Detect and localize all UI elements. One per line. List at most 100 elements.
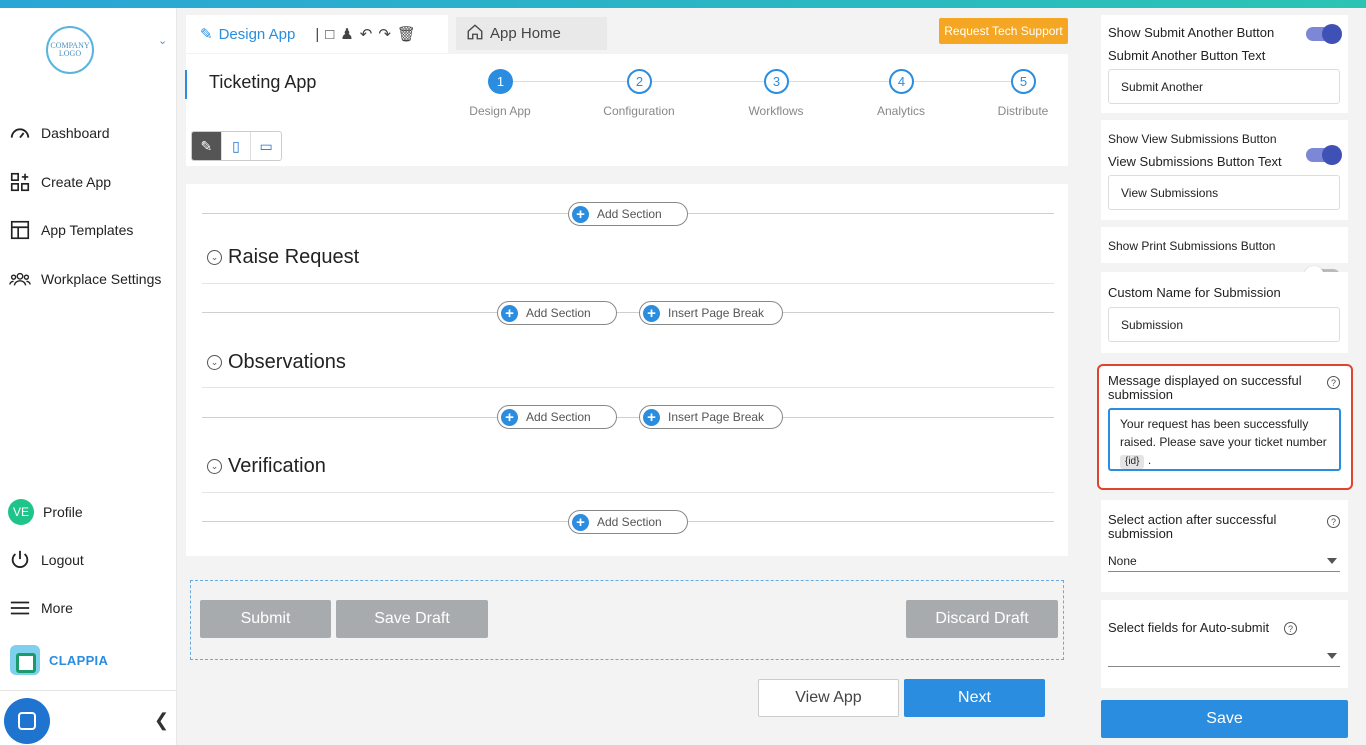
collapse-sidebar-icon[interactable]: ❮ [154,710,169,731]
view-app-button[interactable]: View App [758,679,899,717]
section-header[interactable]: ⌄ Verification [207,455,326,478]
sidebar-item-create-app[interactable]: Create App [8,169,173,195]
discard-draft-button[interactable]: Discard Draft [906,600,1058,638]
add-section-button[interactable]: + Add Section [568,510,688,534]
section-header[interactable]: ⌄ Raise Request [207,246,359,269]
page-title: Ticketing App [209,72,317,92]
after-submission-select[interactable]: None [1108,550,1340,572]
add-section-button[interactable]: + Add Section [497,301,617,325]
insert-page-break-button[interactable]: + Insert Page Break [639,405,783,429]
copy-icon[interactable]: □ [325,26,334,43]
edit-view-icon[interactable]: ✎ [192,132,222,160]
divider [202,312,1054,313]
step-3[interactable]: 3 [764,69,789,94]
sidebar-item-more[interactable]: More [8,595,173,621]
view-submissions-toggle[interactable] [1306,145,1342,165]
undo-icon[interactable]: ↶ [360,25,373,43]
section-title: Observations [228,351,346,373]
section-title: Verification [228,455,326,477]
menu-icon [8,596,32,620]
chevron-down-icon[interactable]: ⌄ [207,355,222,370]
id-variable-chip[interactable]: {id} [1120,455,1145,469]
step-label[interactable]: Configuration [589,104,689,118]
button-label: Add Section [597,207,662,221]
button-label: Add Section [526,306,591,320]
submit-another-text-input[interactable]: Submit Another [1108,69,1340,104]
chevron-down-icon[interactable]: ⌄ [158,34,167,47]
desktop-view-icon[interactable]: ▭ [251,132,281,160]
redo-icon[interactable]: ↷ [378,25,391,43]
save-button[interactable]: Save [1101,700,1348,738]
sidebar-item-label: Workplace Settings [41,271,162,287]
setting-label: Custom Name for Submission [1108,285,1281,300]
help-icon[interactable]: ? [1284,622,1297,635]
submit-button[interactable]: Submit [200,600,331,638]
caret-down-icon [1327,557,1337,564]
view-submissions-text-input[interactable]: View Submissions [1108,175,1340,210]
button-label: Insert Page Break [668,306,765,320]
chevron-down-icon[interactable]: ⌄ [207,250,222,265]
button-label: Add Section [597,515,662,529]
step-2[interactable]: 2 [627,69,652,94]
step-5[interactable]: 5 [1011,69,1036,94]
trash-icon[interactable]: 🗑 [397,25,416,43]
plus-icon: + [501,408,518,426]
step-label[interactable]: Analytics [851,104,951,118]
company-logo[interactable]: COMPANY LOGO [46,26,94,74]
plus-icon: + [572,513,589,531]
divider [0,690,177,691]
chat-icon [18,712,36,730]
add-section-button[interactable]: + Add Section [568,202,688,226]
setting-label: View Submissions Button Text [1108,154,1282,169]
request-tech-support-button[interactable]: Request Tech Support [939,18,1068,44]
add-user-icon[interactable]: ♟ [340,25,353,43]
message-text: Your request has been successfully raise… [1120,417,1327,449]
step-4[interactable]: 4 [889,69,914,94]
edit-icon[interactable]: ✎ [200,25,213,43]
step-label[interactable]: Distribute [973,104,1073,118]
help-icon[interactable]: ? [1327,376,1340,389]
plus-icon: + [501,304,518,322]
sidebar-item-profile[interactable]: VE Profile [8,499,173,525]
custom-name-input[interactable]: Submission [1108,307,1340,342]
product-name: CLAPPIA [49,652,109,668]
step-1[interactable]: 1 [488,69,513,94]
app-home-label: App Home [490,25,561,42]
step-label[interactable]: Design App [450,104,550,118]
button-label: Insert Page Break [668,410,765,424]
clappia-logo-icon [10,645,40,675]
sidebar-item-dashboard[interactable]: Dashboard [8,120,173,146]
sidebar [0,8,177,745]
sidebar-item-app-templates[interactable]: App Templates [8,217,173,243]
message-tail: . [1147,453,1152,467]
add-section-button[interactable]: + Add Section [497,405,617,429]
chat-button[interactable] [4,698,50,744]
next-button[interactable]: Next [904,679,1045,717]
sidebar-item-label: Logout [41,552,84,568]
sidebar-item-label: App Templates [41,222,134,238]
chevron-down-icon[interactable]: ⌄ [207,459,222,474]
submit-another-toggle[interactable] [1306,24,1342,44]
design-app-tab[interactable]: Design App [219,26,296,43]
sidebar-item-workplace-settings[interactable]: Workplace Settings [8,266,173,292]
users-icon [8,267,32,291]
save-draft-button[interactable]: Save Draft [336,600,488,638]
success-message-input[interactable]: Your request has been successfully raise… [1108,408,1341,471]
speedometer-icon [8,121,32,145]
section-header[interactable]: ⌄ Observations [207,351,346,374]
app-home-tab[interactable]: App Home [456,17,607,50]
step-label[interactable]: Workflows [726,104,826,118]
sidebar-item-label: Profile [43,504,83,520]
stepper-line [513,81,1013,82]
plus-icon: + [643,304,660,322]
auto-submit-select[interactable] [1108,645,1340,667]
sidebar-item-logout[interactable]: Logout [8,547,173,573]
divider [202,387,1054,388]
mobile-view-icon[interactable]: ▯ [222,132,252,160]
help-icon[interactable]: ? [1327,515,1340,528]
insert-page-break-button[interactable]: + Insert Page Break [639,301,783,325]
separator: | [315,25,320,43]
setting-label: Show Print Submissions Button [1108,239,1276,253]
plus-icon: + [572,205,589,223]
top-accent-bar [0,0,1366,8]
